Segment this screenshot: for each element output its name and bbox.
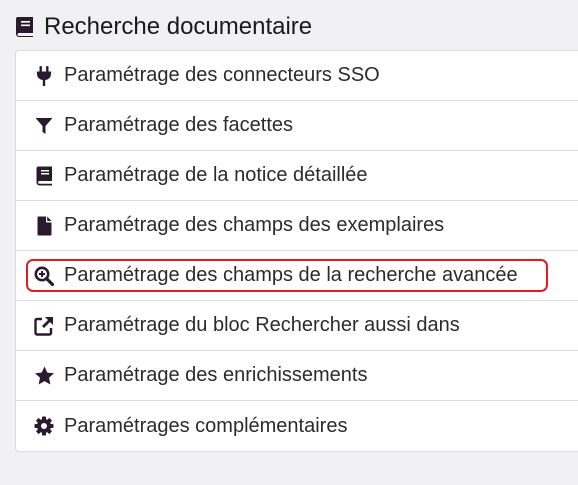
settings-item-sso-connectors[interactable]: Paramétrage des connecteurs SSO [16, 51, 578, 101]
settings-item-search-also-block[interactable]: Paramétrage du bloc Rechercher aussi dan… [16, 301, 578, 351]
book-icon [32, 164, 56, 188]
section-title: Recherche documentaire [44, 13, 313, 40]
settings-item-label: Paramétrage du bloc Rechercher aussi dan… [64, 314, 460, 336]
settings-item-detailed-record[interactable]: Paramétrage de la notice détaillée [16, 151, 578, 201]
section-header: Recherche documentaire [14, 10, 312, 44]
settings-item-facets[interactable]: Paramétrage des facettes [16, 101, 578, 151]
book-icon [14, 15, 36, 39]
settings-item-enrichments[interactable]: Paramétrage des enrichissements [16, 351, 578, 401]
settings-item-label: Paramétrage des champs des exemplaires [64, 214, 445, 236]
gear-icon [32, 414, 56, 438]
external-link-icon [32, 314, 56, 338]
filter-icon [32, 114, 56, 138]
plug-icon [32, 64, 56, 88]
settings-item-label: Paramétrage des enrichissements [64, 364, 368, 386]
settings-item-label: Paramétrages complémentaires [64, 414, 348, 437]
settings-item-advanced-search-fields[interactable]: Paramétrage des champs de la recherche a… [16, 251, 578, 301]
settings-item-label: Paramétrage des facettes [64, 114, 294, 136]
settings-panel: Recherche documentaire Paramétrage des c… [0, 0, 578, 485]
settings-item-label: Paramétrage de la notice détaillée [64, 164, 368, 186]
star-icon [32, 364, 56, 388]
search-plus-icon [32, 264, 56, 288]
settings-list: Paramétrage des connecteurs SSO Paramétr… [15, 50, 578, 452]
settings-item-label: Paramétrage des connecteurs SSO [64, 64, 380, 86]
file-icon [32, 214, 56, 238]
settings-item-complementary[interactable]: Paramétrages complémentaires [16, 401, 578, 451]
settings-item-copy-fields[interactable]: Paramétrage des champs des exemplaires [16, 201, 578, 251]
settings-item-label: Paramétrage des champs de la recherche a… [64, 264, 518, 286]
